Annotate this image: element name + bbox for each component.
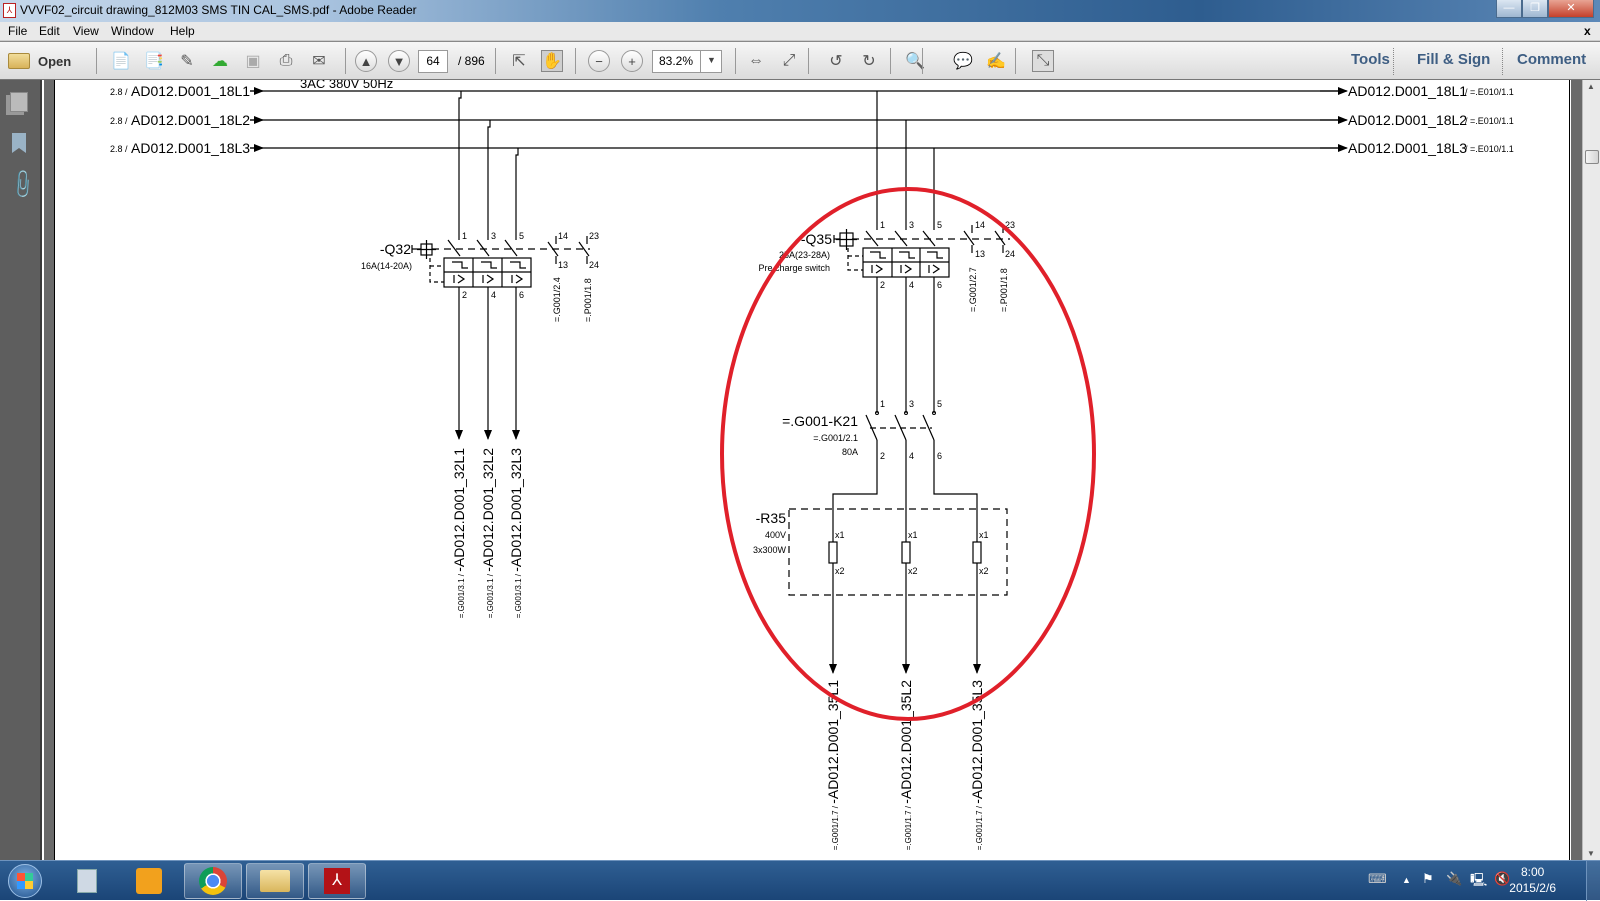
- show-hidden-icons-button[interactable]: ▲: [1402, 875, 1411, 885]
- taskbar-chrome[interactable]: [184, 863, 242, 899]
- taskbar: ⅄ ⌨ ▲ ⚑ 🔌 🖳 🔇 8:00 2015/2/6: [0, 860, 1600, 901]
- fit-width-icon[interactable]: ⇔: [745, 50, 767, 72]
- attachments-icon[interactable]: 📎: [5, 167, 40, 202]
- sticky-note-icon[interactable]: 💬: [952, 50, 974, 72]
- close-document-button[interactable]: x: [1584, 24, 1591, 38]
- fill-sign-pane-button[interactable]: Fill & Sign: [1417, 51, 1490, 68]
- page-thumbnails-icon[interactable]: [10, 92, 28, 112]
- divider: [1015, 48, 1016, 74]
- previous-page-button[interactable]: ▲: [355, 50, 377, 72]
- folder-icon: [260, 870, 290, 892]
- menu-view[interactable]: View: [73, 24, 99, 38]
- taskbar-adobe-reader[interactable]: ⅄: [308, 863, 366, 899]
- scrollbar-thumb[interactable]: [1585, 150, 1599, 164]
- highlight-text-icon[interactable]: ✍: [985, 50, 1007, 72]
- divider: [1393, 48, 1394, 75]
- hand-tool-icon[interactable]: ✋: [541, 50, 563, 72]
- action-center-flag-icon[interactable]: ⚑: [1422, 871, 1434, 887]
- cloud-upload-icon[interactable]: ☁: [209, 50, 231, 72]
- title-bar: ⅄ VVVF02_circuit drawing_812M03 SMS TIN …: [0, 0, 1600, 22]
- create-pdf-icon[interactable]: 📄: [110, 50, 132, 72]
- zoom-out-button[interactable]: −: [588, 50, 610, 72]
- rotate-ccw-icon[interactable]: ↺: [825, 50, 847, 72]
- navigation-pane: 📎: [0, 80, 42, 860]
- bookmarks-icon[interactable]: [12, 133, 26, 153]
- divider: [495, 48, 496, 74]
- document-page: [54, 80, 1570, 860]
- tools-pane-button[interactable]: Tools: [1351, 51, 1390, 68]
- adobe-reader-icon: ⅄: [324, 868, 350, 894]
- folder-icon: [8, 53, 30, 69]
- chrome-icon: [199, 867, 227, 895]
- clock-date: 2015/2/6: [1509, 881, 1556, 895]
- divider: [575, 48, 576, 74]
- menu-help[interactable]: Help: [170, 24, 195, 38]
- edit-pdf-icon[interactable]: ✎: [176, 50, 198, 72]
- vertical-scrollbar[interactable]: ▲ ▼: [1582, 80, 1600, 860]
- divider: [890, 48, 891, 74]
- select-tool-icon[interactable]: ⇱: [508, 50, 530, 72]
- next-page-button[interactable]: ▼: [388, 50, 410, 72]
- document-gutter: [44, 80, 54, 860]
- scroll-up-icon[interactable]: ▲: [1587, 82, 1595, 91]
- divider: [345, 48, 346, 74]
- windows-logo-icon: [17, 873, 33, 889]
- divider: [808, 48, 809, 74]
- open-button[interactable]: Open: [8, 49, 71, 73]
- taskbar-calculator[interactable]: [58, 863, 116, 899]
- window-title: VVVF02_circuit drawing_812M03 SMS TIN CA…: [20, 3, 417, 17]
- minimize-button[interactable]: —: [1496, 0, 1522, 18]
- outlook-icon: [136, 868, 162, 894]
- toolbar: Open 📄 📑 ✎ ☁ ▣ ⎙ ✉ ▲ ▼ 64 / 896 ⇱ ✋ − + …: [0, 41, 1600, 80]
- zoom-in-button[interactable]: +: [621, 50, 643, 72]
- taskbar-explorer[interactable]: [246, 863, 304, 899]
- start-button[interactable]: [8, 864, 42, 898]
- divider: [1502, 48, 1503, 75]
- system-clock[interactable]: 8:00 2015/2/6: [1509, 864, 1556, 896]
- menu-window[interactable]: Window: [111, 24, 154, 38]
- menu-bar: File Edit View Window Help x: [0, 22, 1600, 41]
- print-icon[interactable]: ⎙: [275, 50, 297, 72]
- volume-muted-icon[interactable]: 🔇: [1494, 871, 1510, 887]
- menu-edit[interactable]: Edit: [39, 24, 60, 38]
- clock-time: 8:00: [1520, 865, 1545, 879]
- zoom-dropdown-icon[interactable]: ▼: [700, 50, 722, 73]
- comment-pane-button[interactable]: Comment: [1517, 51, 1586, 68]
- email-icon[interactable]: ✉: [308, 50, 330, 72]
- close-button[interactable]: ✕: [1548, 0, 1594, 18]
- network-icon[interactable]: 🖳: [1470, 871, 1487, 893]
- page-total: / 896: [458, 54, 485, 68]
- adobe-pdf-icon: ⅄: [3, 3, 16, 18]
- export-pdf-icon[interactable]: 📑: [143, 50, 165, 72]
- open-label: Open: [38, 53, 72, 69]
- divider: [735, 48, 736, 74]
- menu-file[interactable]: File: [8, 24, 27, 38]
- document-gutter: [1571, 80, 1582, 860]
- rotate-cw-icon[interactable]: ↻: [858, 50, 880, 72]
- full-screen-icon[interactable]: ⤡: [1032, 50, 1054, 72]
- divider: [96, 48, 97, 74]
- restore-button[interactable]: ❐: [1522, 0, 1548, 18]
- scroll-down-icon[interactable]: ▼: [1587, 849, 1595, 858]
- power-icon[interactable]: 🔌: [1446, 871, 1462, 887]
- divider: [922, 48, 923, 74]
- calculator-icon: [77, 869, 97, 893]
- save-icon[interactable]: ▣: [242, 50, 264, 72]
- page-number-input[interactable]: 64: [418, 50, 448, 73]
- show-desktop-button[interactable]: [1586, 861, 1600, 901]
- keyboard-icon[interactable]: ⌨: [1368, 871, 1387, 887]
- fit-page-icon[interactable]: ⤢: [778, 50, 800, 72]
- taskbar-outlook[interactable]: [120, 863, 178, 899]
